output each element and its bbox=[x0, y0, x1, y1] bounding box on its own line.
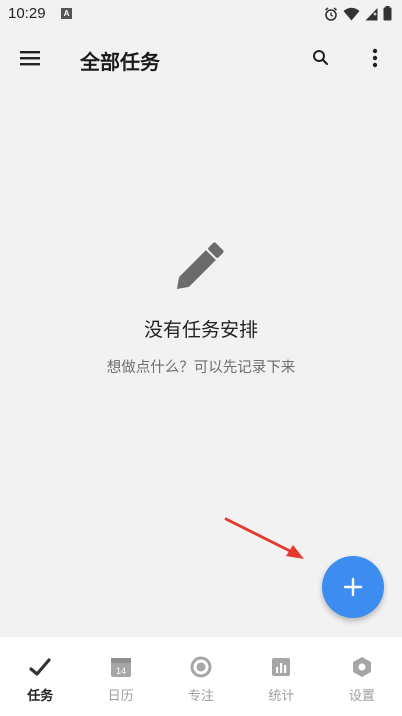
empty-state: 没有任务安排 想做点什么？可以先记录下来 bbox=[0, 235, 402, 377]
nav-label-settings: 设置 bbox=[348, 688, 375, 703]
annotation-arrow-icon bbox=[224, 517, 304, 559]
calendar-icon: 14 bbox=[110, 658, 131, 677]
more-vert-icon[interactable] bbox=[364, 46, 386, 70]
nav-label-tasks: 任务 bbox=[27, 688, 54, 703]
wifi-icon bbox=[343, 7, 360, 20]
nav-item-stats[interactable]: 统计 bbox=[241, 637, 321, 716]
stats-icon bbox=[272, 658, 291, 676]
nav-label-stats: 统计 bbox=[268, 688, 295, 703]
calendar-day: 14 bbox=[116, 666, 126, 676]
status-icons bbox=[324, 6, 392, 21]
search-icon[interactable] bbox=[311, 48, 331, 68]
signal-icon bbox=[365, 7, 378, 20]
nav-item-focus[interactable]: 专注 bbox=[161, 637, 241, 716]
accessibility-a-icon: A bbox=[61, 8, 72, 19]
bottom-nav: 任务 14 日历 专注 统计 设置 bbox=[0, 637, 402, 716]
nav-label-calendar: 日历 bbox=[107, 688, 134, 703]
nav-item-tasks[interactable]: 任务 bbox=[0, 637, 80, 716]
status-bar: 10:29 A bbox=[0, 0, 402, 28]
empty-subtitle: 想做点什么？可以先记录下来 bbox=[106, 360, 296, 376]
battery-icon bbox=[383, 6, 392, 21]
status-time: 10:29 bbox=[8, 5, 46, 22]
app-bar: 全部任务 bbox=[0, 28, 402, 90]
nav-item-settings[interactable]: 设置 bbox=[322, 637, 402, 716]
check-icon bbox=[29, 658, 51, 676]
focus-icon bbox=[190, 656, 212, 678]
alarm-icon bbox=[325, 6, 337, 21]
add-task-button[interactable] bbox=[322, 556, 384, 618]
plus-icon bbox=[343, 577, 363, 597]
nav-item-calendar[interactable]: 14 日历 bbox=[80, 637, 160, 716]
nav-label-focus: 专注 bbox=[188, 688, 215, 703]
settings-icon bbox=[352, 657, 371, 677]
empty-title: 没有任务安排 bbox=[143, 320, 258, 341]
page-title: 全部任务 bbox=[80, 52, 160, 74]
menu-icon[interactable] bbox=[18, 48, 42, 68]
pencil-icon bbox=[176, 242, 224, 290]
